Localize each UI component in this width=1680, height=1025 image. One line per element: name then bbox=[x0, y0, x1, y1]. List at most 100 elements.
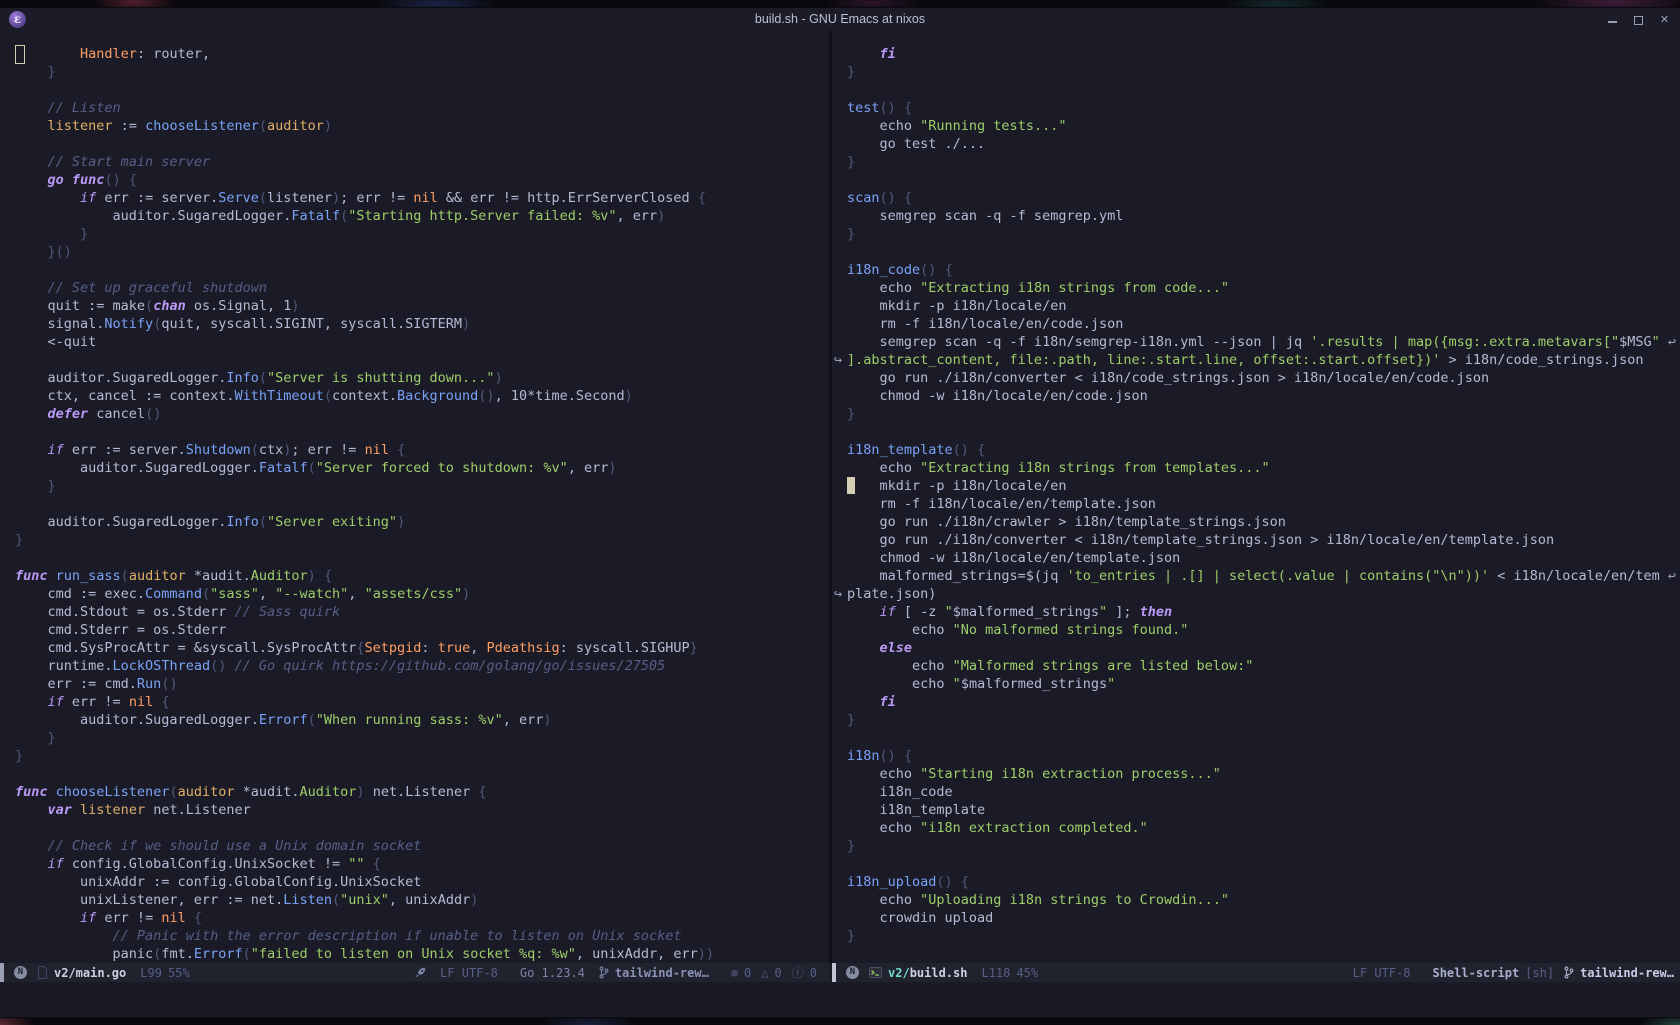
code-line: // Start main server bbox=[15, 153, 829, 171]
window-title: build.sh - GNU Emacs at nixos bbox=[0, 8, 1680, 31]
terminal-icon bbox=[869, 966, 882, 979]
code-line: } bbox=[15, 531, 829, 549]
code-line: // Check if we should use a Unix domain … bbox=[15, 837, 829, 855]
code-line: i18n_code() { bbox=[847, 261, 1680, 279]
code-line: fi bbox=[847, 45, 1680, 63]
code-line: echo "Uploading i18n strings to Crowdin.… bbox=[847, 891, 1680, 909]
code-line: mkdir -p i18n/locale/en bbox=[847, 297, 1680, 315]
code-line: func run_sass(auditor *audit.Auditor) { bbox=[15, 567, 829, 585]
code-line: if err != nil { bbox=[15, 909, 829, 927]
code-line: fi bbox=[847, 693, 1680, 711]
code-line bbox=[847, 423, 1680, 441]
code-line: else bbox=[847, 639, 1680, 657]
code-line: go func() { bbox=[15, 171, 829, 189]
flycheck-warning-icon: △ bbox=[761, 966, 768, 980]
editor-area: Handler: router, } // Listen listener :=… bbox=[0, 31, 1680, 963]
echo-area[interactable] bbox=[0, 982, 1680, 1017]
code-line: auditor.SugaredLogger.Fatalf("Starting h… bbox=[15, 207, 829, 225]
code-line: go test ./... bbox=[847, 135, 1680, 153]
language-version: Go 1.23.4 bbox=[520, 966, 585, 980]
code-line: auditor.SugaredLogger.Errorf("When runni… bbox=[15, 711, 829, 729]
eol-encoding: LF UTF-8 bbox=[1353, 966, 1411, 980]
git-branch-name[interactable]: tailwind-rew… bbox=[615, 966, 709, 980]
code-line: cmd := exec.Command("sass", "--watch", "… bbox=[15, 585, 829, 603]
code-line: mkdir -p i18n/locale/en bbox=[847, 477, 1680, 495]
code-line: runtime.LockOSThread() // Go quirk https… bbox=[15, 657, 829, 675]
code-line: go run ./i18n/converter < i18n/template_… bbox=[847, 531, 1680, 549]
code-line: err := cmd.Run() bbox=[15, 675, 829, 693]
code-line: listener := chooseListener(auditor) bbox=[15, 117, 829, 135]
code-line bbox=[15, 765, 829, 783]
titlebar[interactable]: ε build.sh - GNU Emacs at nixos ✕ bbox=[0, 8, 1680, 32]
code-line: } bbox=[847, 63, 1680, 81]
code-line: unixListener, err := net.Listen("unix", … bbox=[15, 891, 829, 909]
major-mode-tag: [sh] bbox=[1525, 966, 1554, 980]
left-buffer-code[interactable]: Handler: router, } // Listen listener :=… bbox=[0, 31, 829, 963]
code-line: } bbox=[15, 747, 829, 765]
code-line: } bbox=[847, 153, 1680, 171]
maximize-button[interactable] bbox=[1633, 14, 1644, 25]
code-line bbox=[15, 261, 829, 279]
modeline-row: N v2/main.go L99 55% LF UTF-8 Go 1.23.4 bbox=[0, 963, 1680, 982]
code-line: } bbox=[15, 729, 829, 747]
code-line bbox=[847, 81, 1680, 99]
eol-encoding: LF UTF-8 bbox=[440, 966, 498, 980]
modeline-bar bbox=[0, 963, 4, 982]
code-line: if config.GlobalConfig.UnixSocket != "" … bbox=[15, 855, 829, 873]
code-line: } bbox=[15, 225, 829, 243]
major-mode[interactable]: Shell-script bbox=[1432, 966, 1519, 980]
code-line: i18n_upload() { bbox=[847, 873, 1680, 891]
git-branch-name[interactable]: tailwind-rew… bbox=[1580, 966, 1674, 980]
code-line: echo "i18n extraction completed." bbox=[847, 819, 1680, 837]
code-line: } bbox=[15, 63, 829, 81]
right-window-build-sh[interactable]: fi} test() { echo "Running tests..." go t… bbox=[832, 31, 1680, 963]
code-line: echo "Starting i18n extraction process..… bbox=[847, 765, 1680, 783]
code-line: rm -f i18n/locale/en/code.json bbox=[847, 315, 1680, 333]
code-line: unixAddr := config.GlobalConfig.UnixSock… bbox=[15, 873, 829, 891]
code-line: ↪].abstract_content, file:.path, line:.s… bbox=[847, 351, 1680, 369]
code-line: echo "$malformed_strings" bbox=[847, 675, 1680, 693]
code-line: if err := server.Serve(listener); err !=… bbox=[15, 189, 829, 207]
code-line: i18n_template bbox=[847, 801, 1680, 819]
flycheck-info-count: 0 bbox=[810, 966, 817, 980]
minimize-button[interactable] bbox=[1607, 14, 1618, 25]
code-line: test() { bbox=[847, 99, 1680, 117]
code-line: } bbox=[847, 711, 1680, 729]
code-line: auditor.SugaredLogger.Info("Server exiti… bbox=[15, 513, 829, 531]
right-buffer-code[interactable]: fi} test() { echo "Running tests..." go t… bbox=[832, 31, 1680, 963]
code-line: quit := make(chan os.Signal, 1) bbox=[15, 297, 829, 315]
line-indicator: L99 bbox=[140, 966, 162, 980]
project-dir[interactable]: v2/ bbox=[888, 966, 910, 980]
line-wrap-continuation-icon: ↪ bbox=[834, 351, 842, 369]
code-line: crowdin upload bbox=[847, 909, 1680, 927]
code-line bbox=[15, 351, 829, 369]
code-line: go run ./i18n/converter < i18n/code_stri… bbox=[847, 369, 1680, 387]
text-cursor bbox=[15, 45, 25, 64]
code-line: var listener net.Listener bbox=[15, 801, 829, 819]
code-line: semgrep scan -q -f i18n/semgrep-i18n.yml… bbox=[847, 333, 1680, 351]
close-button[interactable]: ✕ bbox=[1659, 14, 1670, 25]
window-controls: ✕ bbox=[1607, 8, 1670, 31]
buffer-name[interactable]: v2/main.go bbox=[54, 966, 126, 980]
code-line bbox=[847, 729, 1680, 747]
left-window-main-go[interactable]: Handler: router, } // Listen listener :=… bbox=[0, 31, 829, 963]
line-wrap-icon: ↩ bbox=[1668, 567, 1676, 585]
code-line: cmd.Stdout = os.Stderr // Sass quirk bbox=[15, 603, 829, 621]
evil-state-indicator: N bbox=[846, 966, 859, 979]
code-line: i18n_template() { bbox=[847, 441, 1680, 459]
code-line: <-quit bbox=[15, 333, 829, 351]
code-line: go run ./i18n/crawler > i18n/template_st… bbox=[847, 513, 1680, 531]
flycheck-info-icon: ⓘ bbox=[792, 964, 804, 981]
buffer-name[interactable]: build.sh bbox=[910, 966, 968, 980]
line-wrap-icon: ↩ bbox=[1668, 333, 1676, 351]
code-line: // Listen bbox=[15, 99, 829, 117]
code-line: rm -f i18n/locale/en/template.json bbox=[847, 495, 1680, 513]
code-line: echo "Running tests..." bbox=[847, 117, 1680, 135]
code-line bbox=[15, 423, 829, 441]
code-line: chmod -w i18n/locale/en/template.json bbox=[847, 549, 1680, 567]
code-line: } bbox=[847, 405, 1680, 423]
code-line: if err := server.Shutdown(ctx); err != n… bbox=[15, 441, 829, 459]
scroll-percent: 55% bbox=[168, 966, 190, 980]
scroll-percent: 45% bbox=[1016, 966, 1038, 980]
code-line: cmd.Stderr = os.Stderr bbox=[15, 621, 829, 639]
